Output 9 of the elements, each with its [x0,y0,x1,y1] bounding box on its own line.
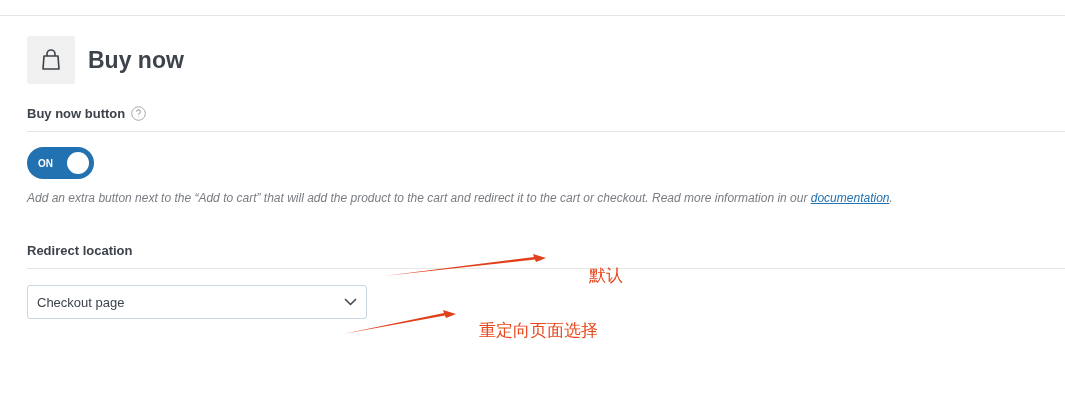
field-label: Buy now button [27,106,126,121]
documentation-link[interactable]: documentation [810,191,890,205]
redirect-select[interactable]: Checkout page [27,285,367,319]
field-label: Redirect location [27,243,133,258]
annotation-text: 重定向页面选择 [479,319,598,342]
section-title: Buy now [88,46,184,74]
description-text: Add an extra button next to the “Add to cart” that will add the product to the cart and redirect it to the cart or checkout. Read more information in our documentation. [27,191,894,205]
toggle-switch[interactable]: ON [27,147,94,179]
annotation-text: 默认 [589,264,623,287]
